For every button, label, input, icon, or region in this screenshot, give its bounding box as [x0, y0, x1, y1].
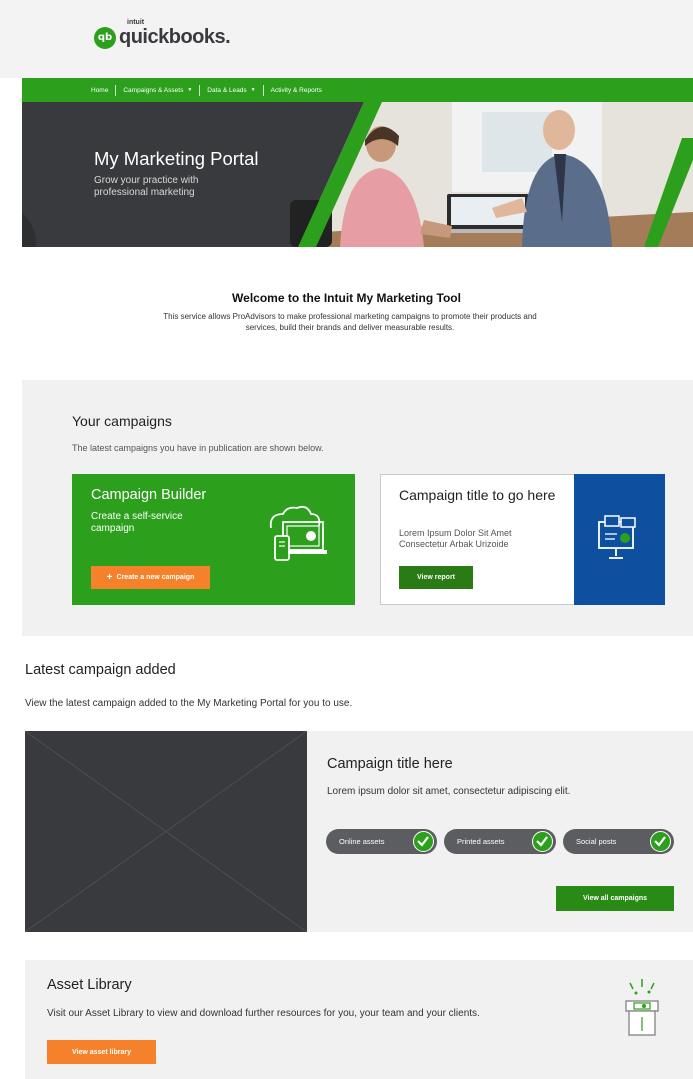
- gift-box-icon: [625, 979, 659, 1036]
- latest-subtitle: View the latest campaign added to the My…: [25, 698, 353, 709]
- nav-item-campaigns-assets[interactable]: Campaigns & Assets ▼: [123, 87, 192, 94]
- hero-banner: My Marketing Portal Grow your practice w…: [22, 102, 693, 247]
- nav-divider: [115, 84, 117, 96]
- checkmark-icon: [532, 831, 553, 852]
- welcome-body: This service allows ProAdvisors to make …: [163, 312, 537, 332]
- nav-item-activity-reports[interactable]: Activity & Reports: [271, 87, 322, 94]
- checkmark-icon: [413, 831, 434, 852]
- hero-title: My Marketing Portal: [94, 148, 259, 169]
- asset-library-body: Visit our Asset Library to view and down…: [47, 1008, 480, 1019]
- checkmark-icon: [650, 831, 671, 852]
- online-assets-pill[interactable]: Online assets: [326, 829, 437, 854]
- hero-subtitle: Grow your practice with professional mar…: [94, 175, 199, 198]
- report-card-title: Campaign title to go here: [399, 487, 556, 503]
- logo-intuit-text: intuit: [127, 19, 145, 26]
- presentation-screen-icon: [598, 515, 636, 559]
- image-placeholder: [25, 731, 307, 932]
- nav-divider: [262, 84, 264, 96]
- latest-campaign-title: Campaign title here: [327, 756, 453, 772]
- logo-mark-icon: qb: [94, 26, 116, 49]
- nav-item-home[interactable]: Home: [91, 87, 108, 94]
- campaigns-title: Your campaigns: [72, 413, 172, 429]
- create-campaign-button[interactable]: + Create a new campaign: [91, 566, 210, 589]
- view-all-campaigns-button[interactable]: View all campaigns: [556, 886, 674, 911]
- logo-wordmark: quickbooks.: [119, 26, 231, 48]
- latest-title: Latest campaign added: [25, 662, 176, 678]
- campaign-builder-title: Campaign Builder: [91, 487, 207, 503]
- view-asset-library-button[interactable]: View asset library: [47, 1040, 156, 1064]
- nav-item-data-leads[interactable]: Data & Leads ▼: [207, 87, 255, 94]
- caret-down-icon: ▼: [187, 87, 193, 93]
- campaigns-subtitle: The latest campaigns you have in publica…: [72, 443, 324, 453]
- cloud-devices-icon: [269, 505, 327, 561]
- campaign-builder-subtitle: Create a self-service campaign: [91, 511, 183, 534]
- nav-divider: [199, 84, 201, 96]
- caret-down-icon: ▼: [250, 87, 256, 93]
- quickbooks-logo[interactable]: qb intuit quickbooks.: [94, 19, 231, 49]
- report-card-subtitle: Lorem Ipsum Dolor Sit Amet Consectetur A…: [399, 528, 512, 549]
- printed-assets-pill[interactable]: Printed assets: [444, 829, 556, 854]
- latest-campaign-body: Lorem ipsum dolor sit amet, consectetur …: [327, 786, 571, 797]
- plus-icon: +: [106, 572, 113, 583]
- view-report-button[interactable]: View report: [399, 566, 473, 589]
- asset-library-title: Asset Library: [47, 977, 132, 993]
- main-nav: Home Campaigns & Assets ▼ Data & Leads ▼ A…: [22, 78, 693, 102]
- welcome-title: Welcome to the Intuit My Marketing Tool: [232, 291, 461, 305]
- social-posts-pill[interactable]: Social posts: [563, 829, 674, 854]
